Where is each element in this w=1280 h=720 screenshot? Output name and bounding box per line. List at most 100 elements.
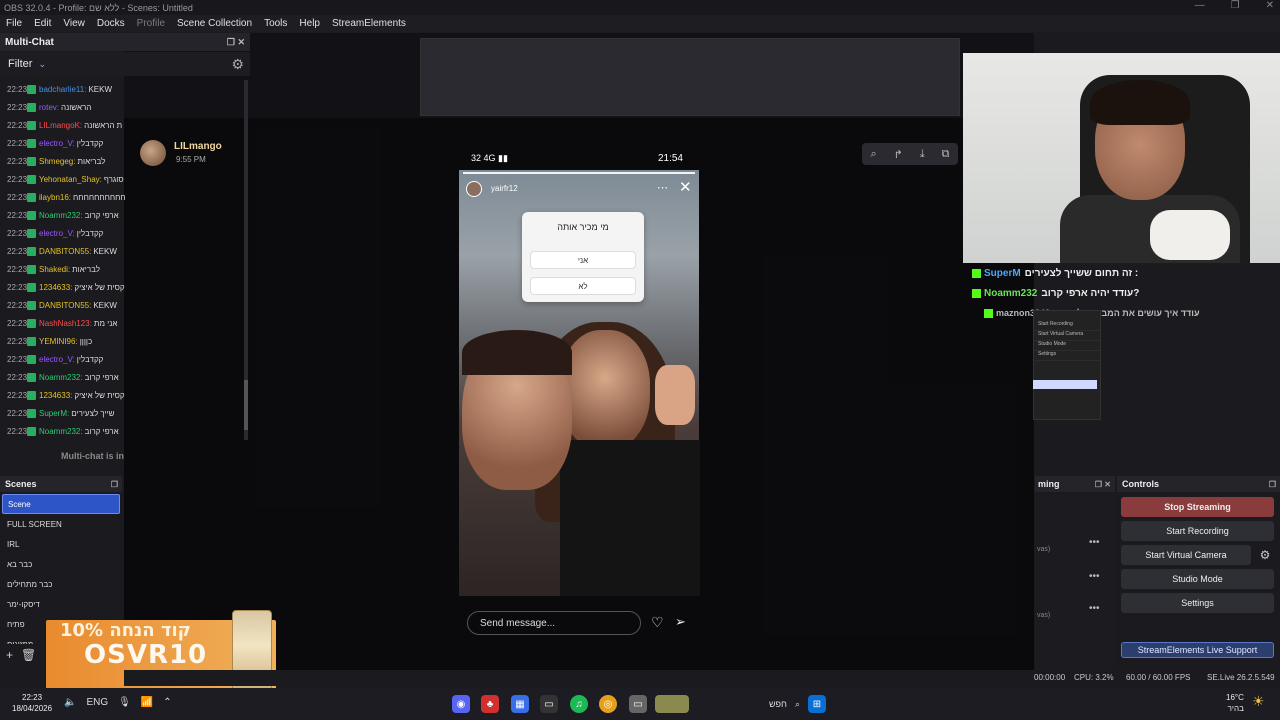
avatar[interactable]: [140, 140, 166, 166]
close-icon[interactable]: ✕: [679, 178, 692, 196]
viewer-toolbar: ⌕ ↱ ⤓ ⧉: [862, 143, 958, 165]
menu-profile[interactable]: Profile: [131, 18, 171, 29]
menu-view[interactable]: View: [57, 18, 91, 29]
chat-username[interactable]: Shmegeg:: [39, 157, 75, 166]
scene-item[interactable]: כבר בא: [2, 554, 120, 574]
chat-username[interactable]: SuperM:: [39, 409, 69, 418]
multichat-filter[interactable]: Filter ⌄ ⚙: [0, 52, 250, 76]
story-username[interactable]: yairfr12: [491, 184, 518, 193]
chat-username[interactable]: electro_V:: [39, 139, 75, 148]
chat-time: 22:23: [7, 300, 28, 310]
spotify-icon[interactable]: ♫: [570, 695, 588, 713]
menu-docks[interactable]: Docks: [91, 18, 131, 29]
scene-item[interactable]: Scene: [2, 494, 120, 514]
chat-username[interactable]: electro_V:: [39, 229, 75, 238]
language-indicator[interactable]: ENG: [86, 697, 108, 708]
minimize-button[interactable]: —: [1195, 0, 1205, 11]
mic-icon[interactable]: 🎙: [118, 697, 131, 708]
app-grid-icon[interactable]: ▦: [511, 695, 529, 713]
send-icon[interactable]: ➢: [675, 614, 686, 630]
scene-item[interactable]: כבר מתחילים: [2, 574, 120, 594]
taskbar-search[interactable]: חפש ⌕: [680, 695, 800, 713]
chat-username[interactable]: Noamm232:: [39, 211, 83, 220]
settings-button[interactable]: Settings: [1121, 593, 1274, 613]
share-icon[interactable]: ↱: [894, 148, 903, 161]
remove-scene-button[interactable]: 🗑: [21, 648, 36, 662]
chrome-icon[interactable]: ◎: [599, 695, 617, 713]
chat-text: KEKW: [93, 300, 117, 310]
gear-icon[interactable]: ⚙: [231, 56, 244, 73]
chat-username[interactable]: 1234633:: [39, 283, 72, 292]
discord-icon[interactable]: ◉: [452, 695, 470, 713]
multichat-scrollbar-thumb[interactable]: [244, 380, 248, 430]
send-message-input[interactable]: Send message...: [467, 611, 641, 635]
terminal-icon[interactable]: ▭: [540, 695, 558, 713]
more-options-icon[interactable]: •••: [1089, 537, 1100, 548]
start-recording-button[interactable]: Start Recording: [1121, 521, 1274, 541]
app-icon[interactable]: ♣: [481, 695, 499, 713]
chat-username[interactable]: NashNash123:: [39, 319, 92, 328]
taskbar-clock[interactable]: 22:23 18/04/2026: [12, 692, 52, 714]
chat-username[interactable]: DANBITON55:: [39, 247, 91, 256]
menu-edit[interactable]: Edit: [28, 18, 57, 29]
maximize-button[interactable]: ❐: [1231, 0, 1240, 11]
menu-tools[interactable]: Tools: [258, 18, 293, 29]
zoom-icon[interactable]: ⌕: [870, 148, 876, 161]
more-options-icon[interactable]: •••: [1089, 571, 1100, 582]
filter-label[interactable]: Filter: [8, 58, 32, 70]
add-scene-button[interactable]: +: [6, 648, 13, 662]
chat-username[interactable]: LILmangoK:: [39, 121, 82, 130]
tray-chevron-icon[interactable]: ⌃: [163, 697, 171, 708]
file-explorer-icon[interactable]: ▭: [629, 695, 647, 713]
dock-float-icon[interactable]: ❐: [111, 480, 118, 489]
poll-option-1[interactable]: אני: [530, 251, 636, 269]
dock-float-icon[interactable]: ❐ ✕: [1095, 480, 1111, 489]
volume-icon[interactable]: 🔈: [64, 697, 76, 708]
windows-start-icon[interactable]: ⊞: [808, 695, 826, 713]
chat-username[interactable]: rotev:: [39, 103, 59, 112]
network-icon[interactable]: 📶: [141, 697, 153, 708]
transitions-title: ming: [1038, 479, 1060, 489]
start-virtual-camera-button[interactable]: Start Virtual Camera: [1121, 545, 1251, 565]
open-external-icon[interactable]: ⧉: [942, 148, 950, 161]
chat-username[interactable]: Shakedi:: [39, 265, 70, 274]
chat-username[interactable]: Yehonatan_Shay:: [39, 175, 102, 184]
more-options-icon[interactable]: ⋯: [657, 181, 668, 194]
close-button[interactable]: ✕: [1266, 0, 1274, 11]
overlay-chat-msg: עודד יהיה ארפי קרוב?: [1041, 287, 1140, 299]
scene-item[interactable]: FULL SCREEN: [2, 514, 120, 534]
kick-icon: [27, 372, 36, 382]
chat-username[interactable]: DANBITON55:: [39, 301, 91, 310]
dock-float-icon[interactable]: ❐: [1269, 480, 1276, 489]
avatar[interactable]: [466, 181, 482, 197]
download-icon[interactable]: ⤓: [920, 148, 925, 161]
chat-username[interactable]: 1234633:: [39, 391, 72, 400]
dock-close-icon[interactable]: ❐ ✕: [227, 37, 245, 48]
chat-username[interactable]: electro_V:: [39, 355, 75, 364]
chat-username[interactable]: Noamm232:: [39, 427, 83, 436]
scene-item[interactable]: דיסקו-ימר: [2, 594, 120, 614]
gear-icon[interactable]: ⚙: [1256, 546, 1274, 564]
poll-option-2[interactable]: לא: [530, 277, 636, 295]
menu-help[interactable]: Help: [293, 18, 326, 29]
chevron-down-icon[interactable]: ⌄: [38, 59, 46, 70]
more-options-icon[interactable]: •••: [1089, 603, 1100, 614]
weather-widget[interactable]: 16°C בהיר: [1226, 692, 1244, 714]
menu-scene-collection[interactable]: Scene Collection: [171, 18, 258, 29]
streamelements-support-button[interactable]: StreamElements Live Support: [1121, 642, 1274, 658]
menu-streamelements[interactable]: StreamElements: [326, 18, 412, 29]
heart-icon[interactable]: ♡: [651, 614, 664, 631]
studio-mode-button[interactable]: Studio Mode: [1121, 569, 1274, 589]
stop-streaming-button[interactable]: Stop Streaming: [1121, 497, 1274, 517]
chat-username[interactable]: ilaybn16:: [39, 193, 71, 202]
chat-username[interactable]: badcharlie11:: [39, 85, 86, 94]
weather-condition: בהיר: [1227, 704, 1244, 713]
story-person-man-hair: [462, 330, 572, 375]
chat-username[interactable]: Noamm232:: [39, 373, 83, 382]
weather-sun-icon[interactable]: ☀: [1252, 693, 1265, 710]
story-poster-username[interactable]: LILmango: [174, 141, 222, 152]
overlay-chat-line: SuperM זה תחום ששייך לצעירים :: [972, 264, 1138, 282]
menu-file[interactable]: File: [0, 18, 28, 29]
scene-item[interactable]: IRL: [2, 534, 120, 554]
chat-username[interactable]: YEMINI96:: [39, 337, 78, 346]
